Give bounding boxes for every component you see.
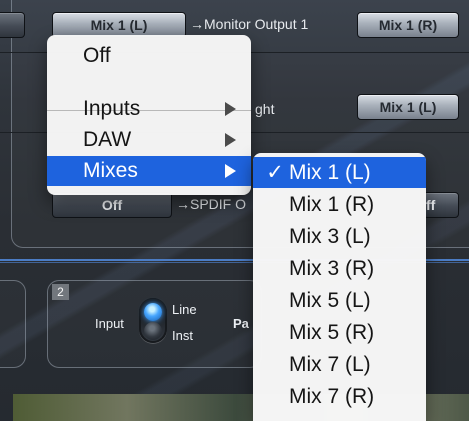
- menu-item-label: Mixes: [83, 159, 138, 182]
- menu-item-label: DAW: [83, 128, 132, 151]
- menu-item-label: Inputs: [83, 97, 141, 120]
- submenu-item-label: Mix 1 (R): [289, 193, 375, 216]
- monitor-output-right-source-button[interactable]: Mix 1 (R): [357, 12, 459, 38]
- menu-item-mixes[interactable]: Mixes: [47, 156, 251, 186]
- menu-item-off[interactable]: Off: [47, 41, 251, 71]
- line-label: Line: [172, 302, 197, 317]
- menu-item-inputs[interactable]: Inputs: [47, 94, 251, 124]
- submenu-item-mix-7-left[interactable]: Mix 7 (L): [253, 349, 426, 380]
- channel-panel-left: [0, 280, 26, 368]
- triangle-right-icon: [225, 133, 236, 147]
- channel-number-badge: 2: [52, 284, 69, 300]
- spdif-destination-label: →SPDIF O: [176, 196, 247, 212]
- inst-inactive-led-icon: [144, 322, 162, 340]
- partial-channel-label: Pa: [233, 316, 249, 331]
- submenu-item-label: Mix 7 (L): [289, 353, 371, 376]
- submenu-item-mix-1-right[interactable]: Mix 1 (R): [253, 189, 426, 220]
- spdif-source-button[interactable]: Off: [52, 192, 172, 218]
- left-cropped-route-button[interactable]: [0, 12, 25, 38]
- submenu-item-label: Mix 5 (R): [289, 321, 375, 344]
- submenu-item-mix-3-left[interactable]: Mix 3 (L): [253, 221, 426, 252]
- submenu-item-label: Mix 5 (L): [289, 289, 371, 312]
- monitor-output-destination-label: →Monitor Output 1: [190, 16, 309, 32]
- submenu-item-mix-1-left[interactable]: ✓ Mix 1 (L): [253, 157, 426, 188]
- submenu-item-mix-3-right[interactable]: Mix 3 (R): [253, 253, 426, 284]
- input-label: Input: [95, 316, 124, 331]
- input-type-toggle[interactable]: [139, 298, 167, 343]
- submenu-item-label: Mix 1 (L): [289, 161, 371, 184]
- triangle-right-icon: [225, 102, 236, 116]
- mixes-submenu: ✓ Mix 1 (L) Mix 1 (R) Mix 3 (L) Mix 3 (R…: [253, 153, 426, 421]
- routing-source-menu: Off Inputs DAW Mixes: [47, 35, 251, 195]
- line-active-led-icon: [144, 303, 162, 321]
- submenu-item-mix-5-right[interactable]: Mix 5 (R): [253, 317, 426, 348]
- inst-label: Inst: [172, 328, 193, 343]
- partial-destination-label: ght: [255, 101, 275, 117]
- routing-mixer-screen: Mix 1 (L) →Monitor Output 1 Mix 1 (R) gh…: [0, 0, 469, 421]
- checkmark-icon: ✓: [266, 161, 284, 184]
- submenu-item-label: Mix 3 (L): [289, 225, 371, 248]
- menu-item-label: Off: [83, 44, 111, 67]
- menu-item-daw[interactable]: DAW: [47, 125, 251, 155]
- submenu-item-label: Mix 7 (R): [289, 385, 375, 408]
- submenu-item-mix-7-right[interactable]: Mix 7 (R): [253, 381, 426, 412]
- submenu-item-mix-5-left[interactable]: Mix 5 (L): [253, 285, 426, 316]
- submenu-item-label: Mix 3 (R): [289, 257, 375, 280]
- triangle-right-icon: [225, 164, 236, 178]
- right-output-source-button[interactable]: Mix 1 (L): [357, 94, 459, 120]
- spdif-right-source-button[interactable]: ff: [423, 192, 459, 218]
